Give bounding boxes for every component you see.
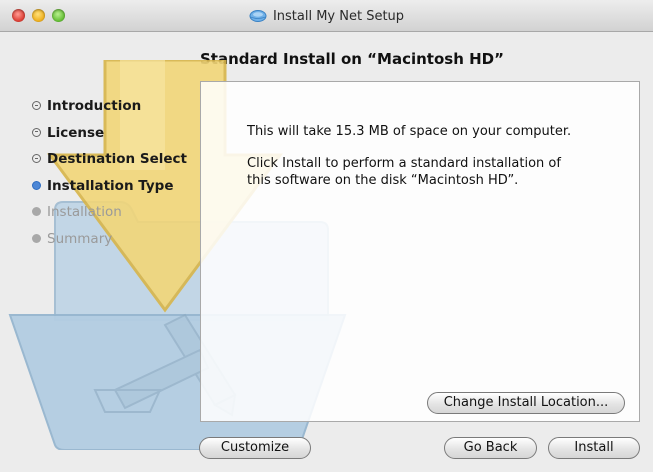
step-label: Introduction — [47, 98, 142, 114]
customize-button[interactable]: Customize — [199, 437, 311, 459]
step-bullet-icon — [32, 233, 41, 243]
window-title: Install My Net Setup — [272, 8, 405, 24]
title-bar[interactable]: Install My Net Setup — [0, 0, 653, 32]
change-install-location-button[interactable]: Change Install Location... — [427, 392, 625, 414]
install-button[interactable]: Install — [548, 437, 640, 459]
go-back-button[interactable]: Go Back — [444, 437, 537, 459]
network-globe-icon — [249, 10, 267, 22]
step-bullet-icon — [32, 154, 41, 163]
installer-window: Install My Net Setup Standard Install on… — [0, 0, 653, 472]
step-label: Summary — [47, 230, 113, 247]
step-bullet-icon — [32, 180, 41, 190]
step-label: Destination Select — [47, 151, 187, 167]
step-bullet-icon — [32, 101, 41, 110]
step-bullet-icon — [32, 127, 41, 137]
step-label: Installation Type — [47, 177, 174, 194]
step-label: License — [47, 124, 105, 141]
content-pane: This will take 15.3 MB of space on your … — [200, 81, 640, 422]
step-label: Installation — [47, 204, 122, 220]
space-required-text: This will take 15.3 MB of space on your … — [247, 124, 572, 139]
step-bullet-icon — [32, 207, 41, 216]
install-instructions-text: Click Install to perform a standard inst… — [247, 156, 561, 188]
window-title-group: Install My Net Setup — [0, 0, 653, 32]
